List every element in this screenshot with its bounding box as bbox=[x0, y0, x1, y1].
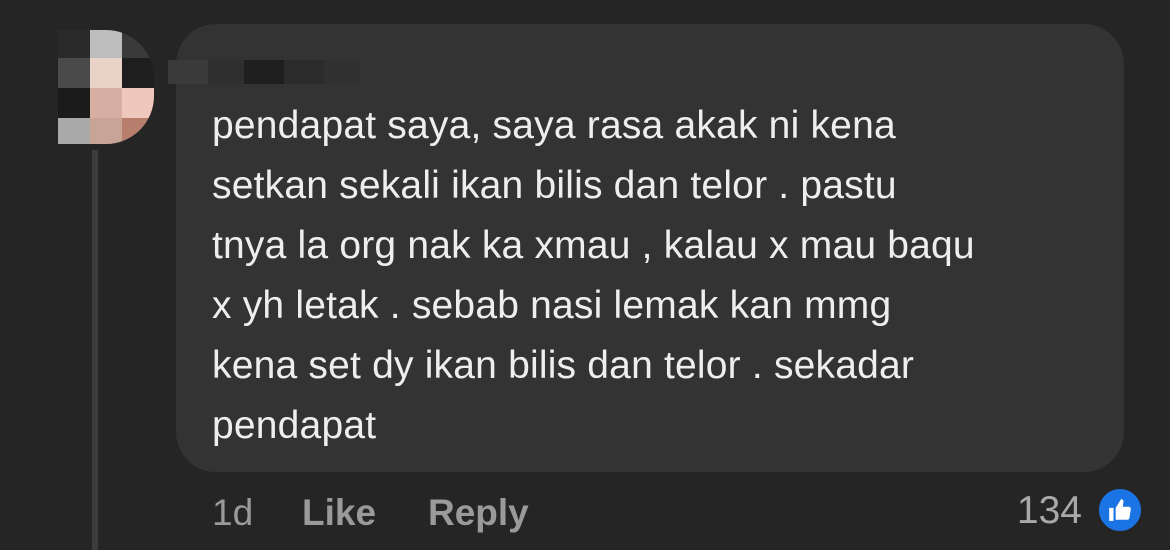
comment-line: kena set dy ikan bilis dan telor . sekad… bbox=[212, 344, 915, 387]
like-reaction-badge[interactable] bbox=[1096, 486, 1144, 534]
comment-text: pendapat saya, saya rasa akak ni kena se… bbox=[212, 96, 1102, 456]
comment-line: pendapat bbox=[212, 404, 377, 447]
reaction-count[interactable]: 134 bbox=[984, 488, 1082, 534]
reply-button[interactable]: Reply bbox=[428, 490, 529, 536]
timestamp[interactable]: 1d bbox=[212, 490, 253, 536]
thumbs-up-icon bbox=[1109, 499, 1131, 521]
like-button[interactable]: Like bbox=[302, 490, 376, 536]
comment-line: x yh letak . sebab nasi lemak kan mmg bbox=[212, 284, 892, 327]
comment-line: setkan sekali ikan bilis dan telor . pas… bbox=[212, 164, 897, 207]
comment-thread: pendapat saya, saya rasa akak ni kena se… bbox=[0, 0, 1170, 550]
comment-line: tnya la org nak ka xmau , kalau x mau ba… bbox=[212, 224, 975, 267]
author-name-redacted[interactable] bbox=[168, 52, 398, 90]
thread-line bbox=[92, 150, 98, 550]
avatar[interactable] bbox=[58, 30, 154, 144]
comment-line: pendapat saya, saya rasa akak ni kena bbox=[212, 104, 896, 147]
